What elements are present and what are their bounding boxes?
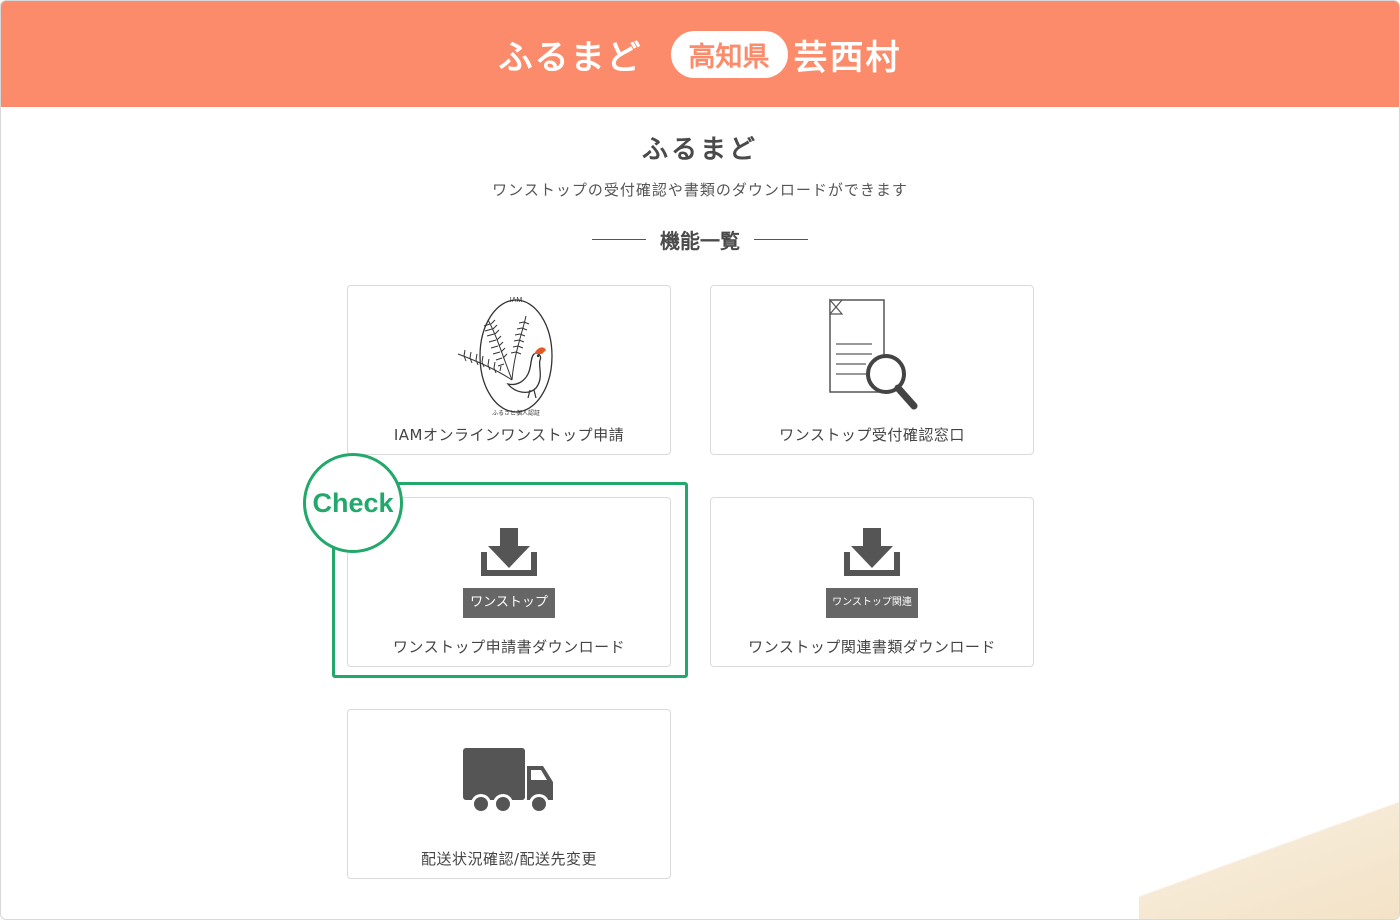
- section-label: 機能一覧: [660, 229, 740, 253]
- related-download-label: ワンストップ関連書類ダウンロード: [748, 638, 996, 656]
- onestop-related-documents-download-card[interactable]: ワンストップ関連 ワンストップ関連書類ダウンロード: [710, 497, 1034, 667]
- iam-logo-top-text: IAM: [510, 297, 523, 304]
- page-title: ふるまど: [641, 135, 758, 165]
- page-frame: ふるまど 高知県 芸西村 ふるまど ワンストップの受付確認や書類のダウンロードが…: [0, 0, 1400, 920]
- divider-right: [754, 239, 808, 240]
- section-heading: 機能一覧: [1, 225, 1399, 254]
- document-search-icon: [822, 296, 922, 418]
- divider-left: [592, 239, 646, 240]
- brand-logo[interactable]: ふるまど: [499, 30, 643, 79]
- prefecture-badge: 高知県: [670, 30, 788, 78]
- village-name: 芸西村: [793, 37, 902, 78]
- page-subtitle: ワンストップの受付確認や書類のダウンロードができます: [492, 181, 908, 199]
- iam-logo-bottom-text: ふるさと個人認証: [492, 409, 540, 417]
- receipt-card-label: ワンストップ受付確認窓口: [779, 426, 965, 444]
- iam-card-label: IAMオンラインワンストップ申請: [393, 426, 625, 444]
- onestop-receipt-check-card[interactable]: ワンストップ受付確認窓口: [710, 285, 1034, 455]
- onestop-related-tag: ワンストップ関連: [826, 588, 918, 618]
- corner-decoration: [1139, 799, 1399, 919]
- truck-icon: [461, 746, 557, 822]
- delivery-status-card[interactable]: 配送状況確認/配送先変更: [347, 709, 671, 879]
- iam-online-application-card[interactable]: IAM ふるさと個人認証 IAMオンラインワンストップ申請: [347, 285, 671, 455]
- site-header: ふるまど 高知県 芸西村: [1, 1, 1399, 107]
- iam-pheasant-logo-icon: IAM ふるさと個人認証: [454, 294, 564, 422]
- check-badge: Check: [303, 453, 403, 553]
- download-icon: [841, 526, 903, 584]
- delivery-card-label: 配送状況確認/配送先変更: [420, 850, 598, 868]
